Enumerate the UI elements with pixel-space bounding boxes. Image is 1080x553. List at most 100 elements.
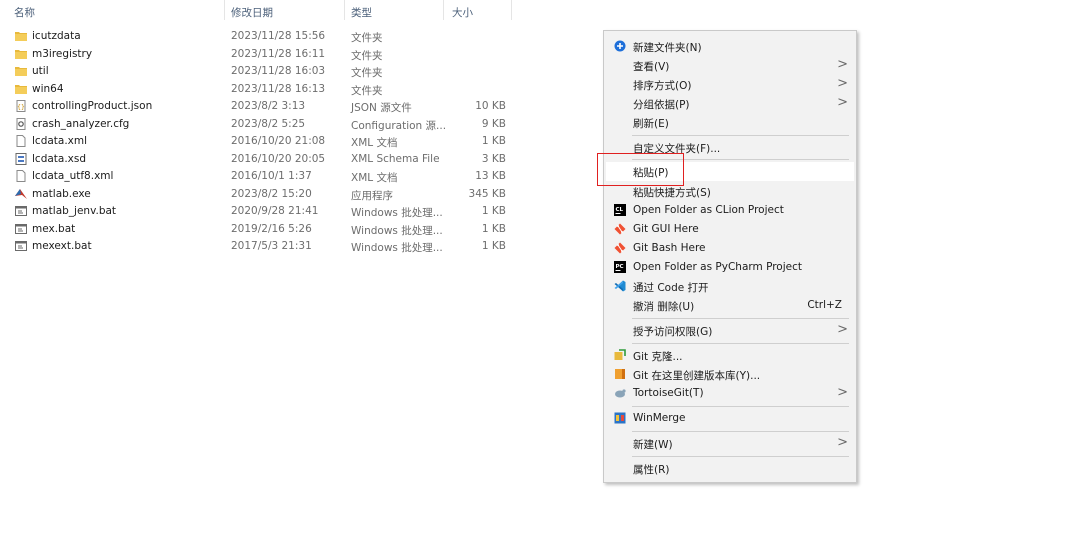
file-row[interactable]: matlab.exe 2023/8/2 15:20 应用程序 345 KB (0, 186, 520, 204)
file-name: controllingProduct.json (32, 100, 153, 112)
file-name: m3iregistry (32, 47, 93, 60)
file-row[interactable]: mex.bat 2019/2/16 5:26 Windows 批处理... 1 … (0, 221, 520, 239)
file-name: matlab.exe (32, 187, 91, 200)
menu-item-git-bash[interactable]: Git Bash Here (606, 239, 854, 258)
file-row[interactable]: m3iregistry 2023/11/28 16:11 文件夹 (0, 46, 520, 64)
sort-indicator-icon: ^ (88, 0, 96, 7)
highlight-annotation-box (597, 153, 684, 186)
schema-file-icon (15, 152, 27, 165)
file-date: 2020/9/28 21:41 (231, 205, 319, 217)
file-type: 应用程序 (351, 189, 393, 202)
file-size: 1 KB (481, 205, 506, 217)
menu-item-label: 撤消 删除(U) (633, 301, 695, 313)
file-size: 13 KB (475, 170, 506, 182)
menu-item-label: 查看(V) (633, 61, 670, 73)
file-row[interactable]: {} controllingProduct.json 2023/8/2 3:13… (0, 98, 520, 116)
file-name: mex.bat (32, 222, 76, 235)
chevron-right-icon: > (837, 322, 848, 337)
batch-file-icon (15, 223, 27, 234)
chevron-right-icon: > (837, 76, 848, 91)
menu-item-clion[interactable]: CL Open Folder as CLion Project (606, 201, 854, 220)
menu-item-label: 排序方式(O) (633, 80, 692, 92)
file-name: icutzdata (32, 30, 81, 42)
file-type: XML 文档 (351, 137, 398, 149)
file-date: 2016/10/20 20:05 (231, 152, 326, 165)
menu-item-git-gui[interactable]: Git GUI Here (606, 220, 854, 239)
menu-item-label: Open Folder as CLion Project (633, 204, 784, 216)
menu-item-label: Open Folder as PyCharm Project (633, 261, 802, 273)
menu-separator (632, 456, 849, 457)
file-date: 2016/10/20 21:08 (231, 135, 326, 147)
menu-item-properties[interactable]: 属性(R) (606, 459, 854, 478)
column-header-name[interactable]: 名称 (14, 5, 35, 20)
menu-item-open-with-code[interactable]: 通过 Code 打开 (606, 277, 854, 296)
menu-item-label: 通过 Code 打开 (633, 282, 709, 294)
pycharm-icon: PC (614, 261, 626, 273)
document-icon (16, 170, 26, 182)
menu-item-refresh[interactable]: 刷新(E) (606, 113, 854, 132)
file-row[interactable]: matlab_jenv.bat 2020/9/28 21:41 Windows … (0, 203, 520, 221)
column-divider[interactable] (344, 0, 345, 20)
file-type: 文件夹 (351, 67, 383, 79)
file-row[interactable]: lcdata.xml 2016/10/20 21:08 XML 文档 1 KB (0, 133, 520, 151)
tortoisegit-create-icon (615, 369, 625, 379)
menu-item-tortoisegit[interactable]: TortoiseGit(T) > (606, 384, 854, 403)
clion-icon: CL (614, 204, 626, 216)
menu-item-label: Git GUI Here (633, 223, 699, 235)
menu-item-git-create-repo[interactable]: Git 在这里创建版本库(Y)... (606, 365, 854, 384)
folder-icon (15, 32, 27, 41)
file-size: 9 KB (481, 117, 506, 130)
file-size: 1 KB (481, 240, 506, 252)
folder-icon (15, 84, 27, 94)
menu-item-give-access[interactable]: 授予访问权限(G) > (606, 321, 854, 340)
file-row[interactable]: mexext.bat 2017/5/3 21:31 Windows 批处理...… (0, 238, 520, 256)
file-name: win64 (32, 82, 64, 95)
menu-item-label: TortoiseGit(T) (633, 387, 704, 399)
menu-item-sort-by[interactable]: 排序方式(O) > (606, 75, 854, 94)
file-date: 2023/8/2 3:13 (231, 100, 306, 112)
menu-item-pycharm[interactable]: PC Open Folder as PyCharm Project (606, 258, 854, 277)
file-date: 2023/11/28 16:03 (231, 65, 326, 77)
new-folder-icon (614, 40, 626, 52)
column-header-date[interactable]: 修改日期 (231, 5, 273, 20)
file-date: 2023/11/28 16:11 (231, 47, 326, 60)
menu-item-view[interactable]: 查看(V) > (606, 56, 854, 75)
svg-text:PC: PC (616, 264, 624, 270)
menu-item-git-clone[interactable]: Git 克隆... (606, 346, 854, 365)
file-row[interactable]: lcdata_utf8.xml 2016/10/1 1:37 XML 文档 13… (0, 168, 520, 186)
file-row[interactable]: util 2023/11/28 16:03 文件夹 (0, 63, 520, 81)
file-size: 10 KB (475, 100, 506, 112)
file-type: Windows 批处理... (351, 224, 443, 237)
svg-text:{}: {} (17, 104, 25, 111)
file-row[interactable]: icutzdata 2023/11/28 15:56 文件夹 (0, 28, 520, 46)
column-divider[interactable] (443, 0, 444, 20)
folder-icon (15, 49, 27, 59)
file-date: 2019/2/16 5:26 (231, 222, 312, 235)
file-size: 1 KB (481, 135, 506, 147)
menu-item-label: 刷新(E) (633, 118, 669, 130)
menu-separator (632, 135, 849, 136)
menu-item-group-by[interactable]: 分组依据(P) > (606, 94, 854, 113)
file-type: Windows 批处理... (351, 207, 443, 219)
menu-separator (632, 343, 849, 344)
menu-item-new[interactable]: 新建(W) > (606, 434, 854, 453)
file-row[interactable]: crash_analyzer.cfg 2023/8/2 5:25 Configu… (0, 116, 520, 134)
menu-item-label: 粘贴快捷方式(S) (633, 187, 711, 199)
file-list: icutzdata 2023/11/28 15:56 文件夹 m3iregist… (0, 28, 520, 256)
column-header-type[interactable]: 类型 (351, 5, 372, 20)
git-icon (614, 242, 626, 254)
folder-icon (15, 67, 27, 76)
menu-item-new-folder[interactable]: 新建文件夹(N) (606, 37, 854, 56)
svg-text:CL: CL (616, 207, 624, 213)
file-row[interactable]: win64 2023/11/28 16:13 文件夹 (0, 81, 520, 99)
column-header-size[interactable]: 大小 (452, 5, 473, 20)
column-divider[interactable] (224, 0, 225, 20)
file-name: lcdata.xsd (32, 152, 87, 165)
menu-separator (632, 431, 849, 432)
file-size: 1 KB (481, 222, 506, 235)
menu-item-undo-delete[interactable]: 撤消 删除(U) Ctrl+Z (606, 296, 854, 315)
menu-item-winmerge[interactable]: WinMerge (606, 409, 854, 428)
chevron-right-icon: > (837, 435, 848, 450)
column-divider[interactable] (511, 0, 512, 20)
file-row[interactable]: lcdata.xsd 2016/10/20 20:05 XML Schema F… (0, 151, 520, 169)
